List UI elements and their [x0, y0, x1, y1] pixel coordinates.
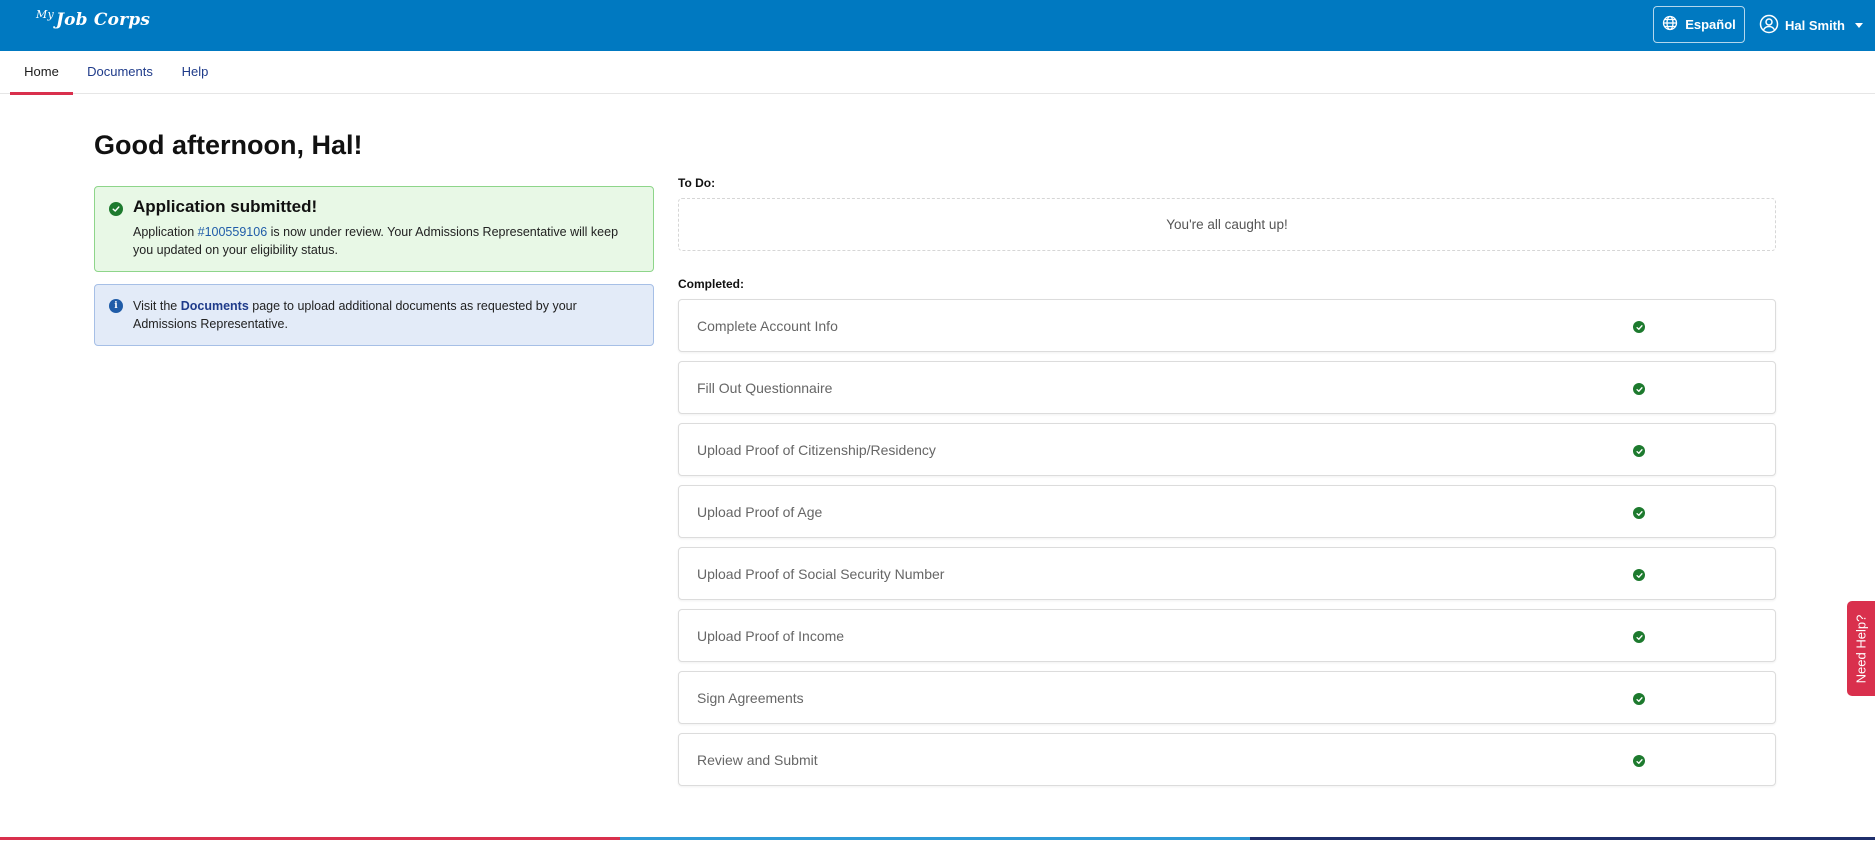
alert-title: Application submitted!: [133, 197, 318, 216]
todo-heading: To Do:: [678, 176, 716, 190]
user-menu-button[interactable]: Hal Smith: [1759, 12, 1863, 38]
check-circle-icon: [109, 202, 123, 216]
application-submitted-alert: Application submitted! Application #1005…: [94, 186, 654, 272]
task-fill-out-questionnaire[interactable]: Fill Out Questionnaire: [678, 361, 1776, 414]
language-toggle-button[interactable]: Español: [1653, 6, 1745, 43]
footer-stripe-red: [0, 837, 620, 840]
tab-documents[interactable]: Documents: [86, 51, 154, 94]
task-label: Upload Proof of Social Security Number: [697, 566, 945, 582]
language-button-label: Español: [1685, 17, 1736, 32]
todo-empty-state: You're all caught up!: [678, 198, 1776, 251]
task-label: Upload Proof of Age: [697, 504, 823, 520]
footer-stripe-blue: [620, 837, 1250, 840]
documents-page-link[interactable]: Documents: [181, 299, 249, 313]
task-label: Upload Proof of Income: [697, 628, 845, 644]
task-upload-proof-ssn[interactable]: Upload Proof of Social Security Number: [678, 547, 1776, 600]
task-review-and-submit[interactable]: Review and Submit: [678, 733, 1776, 786]
caret-down-icon: [1854, 22, 1863, 28]
check-circle-icon: [1633, 755, 1645, 767]
task-label: Upload Proof of Citizenship/Residency: [697, 442, 936, 458]
check-circle-icon: [1633, 631, 1645, 643]
application-number-link[interactable]: #100559106: [198, 225, 268, 239]
documents-info-alert: i Visit the Documents page to upload add…: [94, 284, 654, 346]
top-header-bar: My Job Corps Español Hal Smith: [0, 0, 1875, 51]
logo-text: Job Corps: [55, 10, 151, 30]
task-label: Sign Agreements: [697, 690, 804, 706]
check-circle-icon: [1633, 507, 1645, 519]
need-help-tab[interactable]: Need Help?: [1847, 601, 1875, 696]
task-sign-agreements[interactable]: Sign Agreements: [678, 671, 1776, 724]
need-help-label: Need Help?: [1853, 614, 1869, 683]
task-upload-proof-income[interactable]: Upload Proof of Income: [678, 609, 1776, 662]
task-label: Fill Out Questionnaire: [697, 380, 833, 396]
check-circle-icon: [1633, 569, 1645, 581]
info-text-part: Visit the: [133, 299, 181, 313]
task-label: Review and Submit: [697, 752, 818, 768]
task-upload-proof-age[interactable]: Upload Proof of Age: [678, 485, 1776, 538]
user-account-icon: [1759, 14, 1779, 37]
info-icon: i: [109, 299, 123, 313]
alert-message: Application #100559106 is now under revi…: [133, 223, 638, 259]
info-message: Visit the Documents page to upload addit…: [133, 297, 638, 333]
job-corps-logo[interactable]: My Job Corps: [36, 8, 151, 30]
logo-prefix: My: [36, 8, 54, 21]
alert-text-part: Application: [133, 225, 198, 239]
tab-help[interactable]: Help: [179, 51, 211, 94]
footer-stripe-navy: [1250, 837, 1875, 840]
check-circle-icon: [1633, 445, 1645, 457]
task-label: Complete Account Info: [697, 318, 838, 334]
check-circle-icon: [1633, 693, 1645, 705]
completed-heading: Completed:: [678, 277, 744, 291]
task-upload-proof-citizenship[interactable]: Upload Proof of Citizenship/Residency: [678, 423, 1776, 476]
tab-home[interactable]: Home: [10, 51, 73, 95]
globe-icon: [1662, 15, 1678, 34]
user-name: Hal Smith: [1785, 17, 1845, 33]
check-circle-icon: [1633, 321, 1645, 333]
main-navigation: Home Documents Help: [0, 51, 1875, 95]
check-circle-icon: [1633, 383, 1645, 395]
page-greeting: Good afternoon, Hal!: [94, 130, 363, 160]
task-complete-account-info[interactable]: Complete Account Info: [678, 299, 1776, 352]
todo-empty-message: You're all caught up!: [1166, 217, 1288, 232]
